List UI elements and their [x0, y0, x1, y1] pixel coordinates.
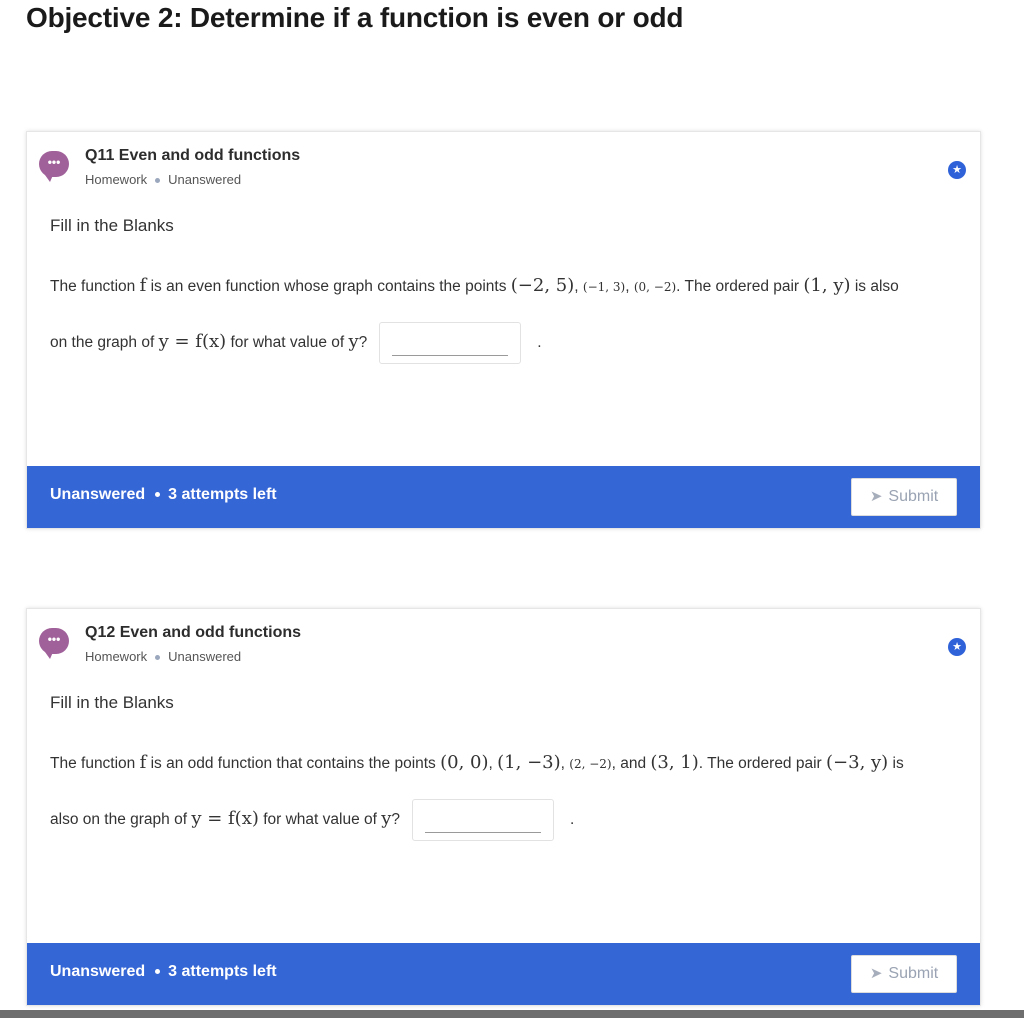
chat-bubble-icon[interactable]: •••	[39, 151, 69, 182]
text: . The ordered pair	[676, 278, 804, 295]
question-card-q12: ••• Q12 Even and odd functions Homework U…	[26, 608, 981, 1006]
meta-type: Homework	[85, 172, 148, 187]
page-title: Objective 2: Determine if a function is …	[26, 2, 684, 33]
math-point: (2, −2)	[569, 757, 612, 771]
submit-label: Submit	[888, 965, 939, 982]
question-footer: Unanswered 3 attempts left ➤ Submit	[27, 466, 980, 528]
question-meta: Homework Unanswered	[85, 172, 241, 187]
text: also on the graph of	[50, 811, 192, 829]
answer-blank-input[interactable]	[379, 322, 522, 364]
math-equation: y = f(x)	[191, 808, 259, 830]
attempts-left: 3 attempts left	[168, 486, 277, 503]
bottom-bar	[0, 1010, 1024, 1018]
footer-status: Unanswered 3 attempts left	[50, 963, 277, 981]
question-text-line-2: also on the graph of y = f(x) for what v…	[50, 799, 574, 841]
question-text-line-2: on the graph of y = f(x) for what value …	[50, 322, 542, 364]
text: is	[888, 755, 904, 772]
text: , and	[611, 755, 651, 772]
submit-button[interactable]: ➤ Submit	[851, 955, 957, 993]
send-icon: ➤	[869, 488, 883, 505]
meta-type: Homework	[85, 649, 148, 664]
math-pair: (−3, y)	[826, 752, 889, 773]
text: is an odd function that contains the poi…	[146, 755, 441, 772]
text: . The ordered pair	[698, 755, 827, 772]
question-text-line-1: The function f is an odd function that c…	[50, 752, 904, 773]
text: ?	[391, 811, 401, 829]
question-meta: Homework Unanswered	[85, 649, 241, 664]
question-type: Fill in the Blanks	[50, 693, 174, 712]
text: ,	[625, 278, 634, 295]
answer-blank-input[interactable]	[412, 799, 555, 841]
footer-status-text: Unanswered	[50, 486, 146, 503]
math-point: (0, 0)	[440, 752, 489, 773]
text: for what value of	[258, 811, 382, 829]
question-header: ••• Q12 Even and odd functions Homework U…	[27, 609, 980, 679]
question-title: Q11 Even and odd functions	[85, 147, 301, 164]
meta-dot	[155, 655, 161, 661]
math-point: (1, −3)	[497, 752, 561, 773]
math-point: (0, −2)	[633, 280, 677, 294]
submit-label: Submit	[888, 488, 939, 505]
text: The function	[50, 755, 140, 772]
math-pair: (1, y)	[803, 275, 851, 296]
text: ?	[358, 334, 368, 352]
star-icon[interactable]: ★	[948, 638, 966, 656]
question-title: Q12 Even and odd functions	[85, 624, 302, 641]
chat-bubble-icon[interactable]: •••	[39, 628, 69, 659]
question-card-q11: ••• Q11 Even and odd functions Homework U…	[26, 131, 981, 529]
meta-dot	[155, 178, 161, 184]
question-footer: Unanswered 3 attempts left ➤ Submit	[27, 943, 980, 1005]
attempts-left: 3 attempts left	[168, 963, 277, 980]
text: is also	[850, 278, 899, 295]
submit-button[interactable]: ➤ Submit	[851, 478, 957, 516]
send-icon: ➤	[869, 965, 883, 982]
text: on the graph of	[50, 334, 159, 352]
bullet	[155, 969, 161, 975]
math-point: (3, 1)	[650, 752, 699, 773]
math-equation: y = f(x)	[158, 331, 227, 353]
math-var: y	[381, 808, 392, 830]
text: ,	[574, 278, 583, 295]
footer-status: Unanswered 3 attempts left	[50, 486, 277, 504]
question-type: Fill in the Blanks	[50, 216, 174, 235]
text: .	[570, 811, 575, 829]
star-icon[interactable]: ★	[948, 161, 966, 179]
math-point: (−2, 5)	[510, 275, 575, 296]
math-point: (−1, 3)	[582, 280, 626, 294]
text: is an even function whose graph contains…	[146, 278, 511, 295]
text: .	[537, 334, 542, 352]
question-header: ••• Q11 Even and odd functions Homework U…	[27, 132, 980, 202]
bullet	[155, 492, 161, 498]
text: The function	[50, 278, 140, 295]
meta-status: Unanswered	[168, 649, 242, 664]
meta-status: Unanswered	[168, 172, 242, 187]
text: ,	[488, 755, 498, 772]
question-text-line-1: The function f is an even function whose…	[50, 275, 899, 296]
text: ,	[560, 755, 570, 772]
text: for what value of	[226, 334, 349, 352]
footer-status-text: Unanswered	[50, 963, 146, 980]
math-var: y	[348, 331, 359, 353]
